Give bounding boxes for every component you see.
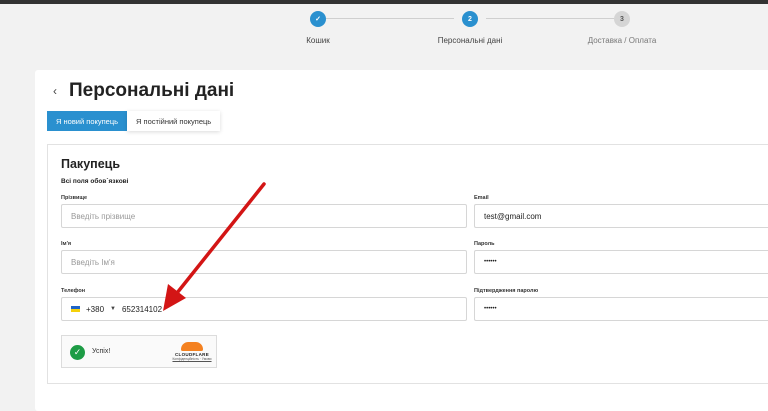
buyer-section: Пакупець Всі поля обов`язкові Прізвище В…: [47, 144, 768, 384]
checkout-stepper: ✓ Кошик 2 Персональні дані 3 Доставка / …: [0, 8, 768, 58]
step-number: 3: [614, 11, 630, 27]
captcha-status: Успіх!: [92, 348, 111, 355]
name-placeholder: Введіть Ім'я: [71, 257, 115, 267]
name-label: Ім'я: [61, 241, 72, 247]
password-input[interactable]: ••••••: [474, 250, 768, 274]
surname-placeholder: Введіть прізвище: [71, 211, 136, 221]
email-input[interactable]: test@gmail.com: [474, 204, 768, 228]
phone-label: Телефон: [61, 288, 86, 294]
password-confirm-label: Підтвердження паролю: [474, 288, 539, 294]
tab-new-buyer[interactable]: Я новий покупець: [47, 111, 128, 131]
step-personal-data[interactable]: 2 Персональні дані: [390, 11, 550, 45]
surname-input[interactable]: Введіть прізвище: [61, 204, 467, 228]
step-label: Доставка / Оплата: [587, 36, 657, 45]
password-confirm-input[interactable]: ••••••: [474, 297, 768, 321]
email-value: test@gmail.com: [484, 211, 542, 221]
phone-input[interactable]: +380 ▼ 652314102: [61, 297, 467, 321]
required-note: Всі поля обов`язкові: [61, 178, 129, 185]
step-label: Кошик: [306, 36, 330, 45]
buyer-type-tabs: Я новий покупець Я постійний покупець: [47, 111, 221, 131]
check-icon: ✓: [310, 11, 326, 27]
step-number: 2: [462, 11, 478, 27]
page-title: Персональні дані: [69, 80, 235, 101]
cloudflare-links[interactable]: Конфіденційність · Умови: [170, 357, 214, 361]
step-delivery-payment[interactable]: 3 Доставка / Оплата: [542, 11, 702, 45]
surname-label: Прізвище: [61, 195, 88, 201]
tab-returning-buyer[interactable]: Я постійний покупець: [127, 111, 221, 131]
password-label: Пароль: [474, 241, 495, 247]
back-chevron-icon[interactable]: ‹: [53, 84, 57, 98]
success-check-icon: ✓: [70, 345, 85, 360]
chevron-down-icon[interactable]: ▼: [110, 306, 116, 312]
phone-country-code[interactable]: +380: [86, 305, 104, 314]
cloudflare-logo: CLOUDFLARE Конфіденційність · Умови: [170, 342, 214, 361]
personal-data-card: ‹ Персональні дані Я новий покупець Я по…: [35, 70, 768, 411]
top-bar: [0, 0, 768, 4]
cloudflare-captcha[interactable]: ✓ Успіх! CLOUDFLARE Конфіденційність · У…: [61, 335, 217, 368]
ukraine-flag-icon: [71, 306, 80, 312]
cloud-icon: [181, 342, 203, 351]
step-cart[interactable]: ✓ Кошик: [238, 11, 398, 45]
phone-value: 652314102: [121, 304, 163, 314]
name-input[interactable]: Введіть Ім'я: [61, 250, 467, 274]
email-label: Email: [474, 195, 489, 201]
password-value: ••••••: [484, 259, 497, 265]
password-confirm-value: ••••••: [484, 306, 497, 312]
section-title: Пакупець: [61, 157, 121, 171]
step-label: Персональні дані: [437, 36, 503, 45]
